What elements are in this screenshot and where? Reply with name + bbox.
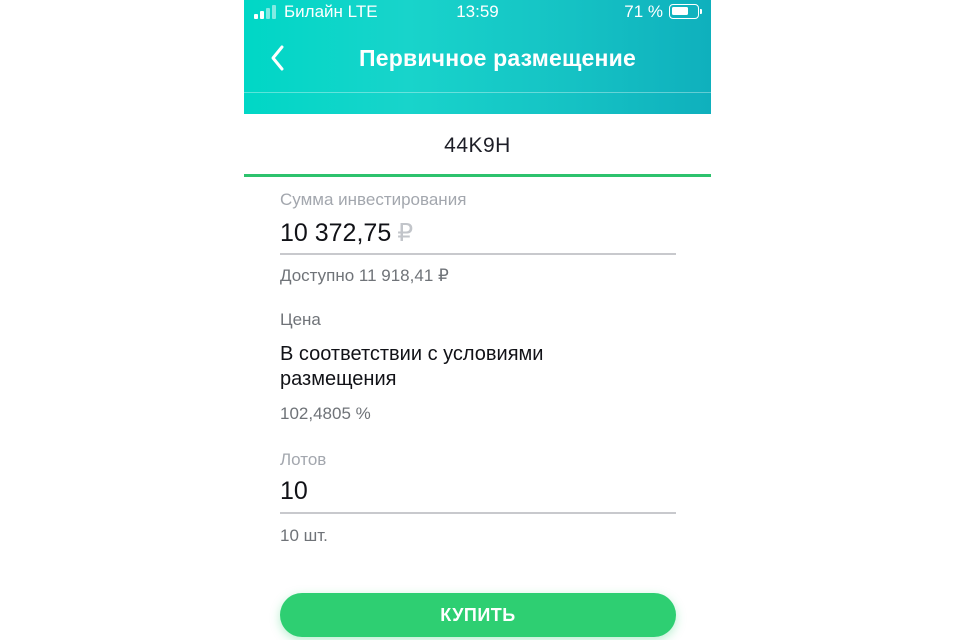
investment-sum-underline: [280, 253, 676, 255]
tab-44k9h[interactable]: 44K9H: [244, 114, 711, 177]
app-header: Билайн LTE 13:59 71 % Первичное размещен…: [244, 0, 711, 114]
phone-screen: Билайн LTE 13:59 71 % Первичное размещен…: [244, 0, 711, 640]
investment-sum-label: Сумма инвестирования: [280, 190, 467, 209]
battery-icon: [669, 4, 702, 19]
battery-percent: 71 %: [624, 2, 663, 21]
price-percent: 102,4805 %: [280, 404, 371, 423]
lots-underline: [280, 512, 676, 514]
back-button[interactable]: [264, 42, 290, 74]
currency-symbol: ₽: [397, 219, 414, 247]
investment-sum-value: 10 372,75: [280, 219, 392, 247]
chevron-left-icon: [271, 45, 284, 71]
tab-label: 44K9H: [444, 134, 511, 157]
lots-count: 10 шт.: [280, 526, 328, 545]
price-value: В соответствии с условиями размещения: [280, 343, 544, 390]
lots-label: Лотов: [280, 450, 327, 469]
lots-input[interactable]: 10: [280, 477, 308, 506]
investment-sum-input[interactable]: 10 372,75 ₽: [280, 218, 413, 248]
price-label: Цена: [280, 310, 321, 329]
status-bar: Билайн LTE 13:59 71 %: [244, 0, 711, 26]
available-balance: Доступно 11 918,41 ₽: [280, 266, 449, 285]
buy-button[interactable]: КУПИТЬ: [280, 593, 676, 637]
page-title: Первичное размещение: [359, 45, 636, 71]
